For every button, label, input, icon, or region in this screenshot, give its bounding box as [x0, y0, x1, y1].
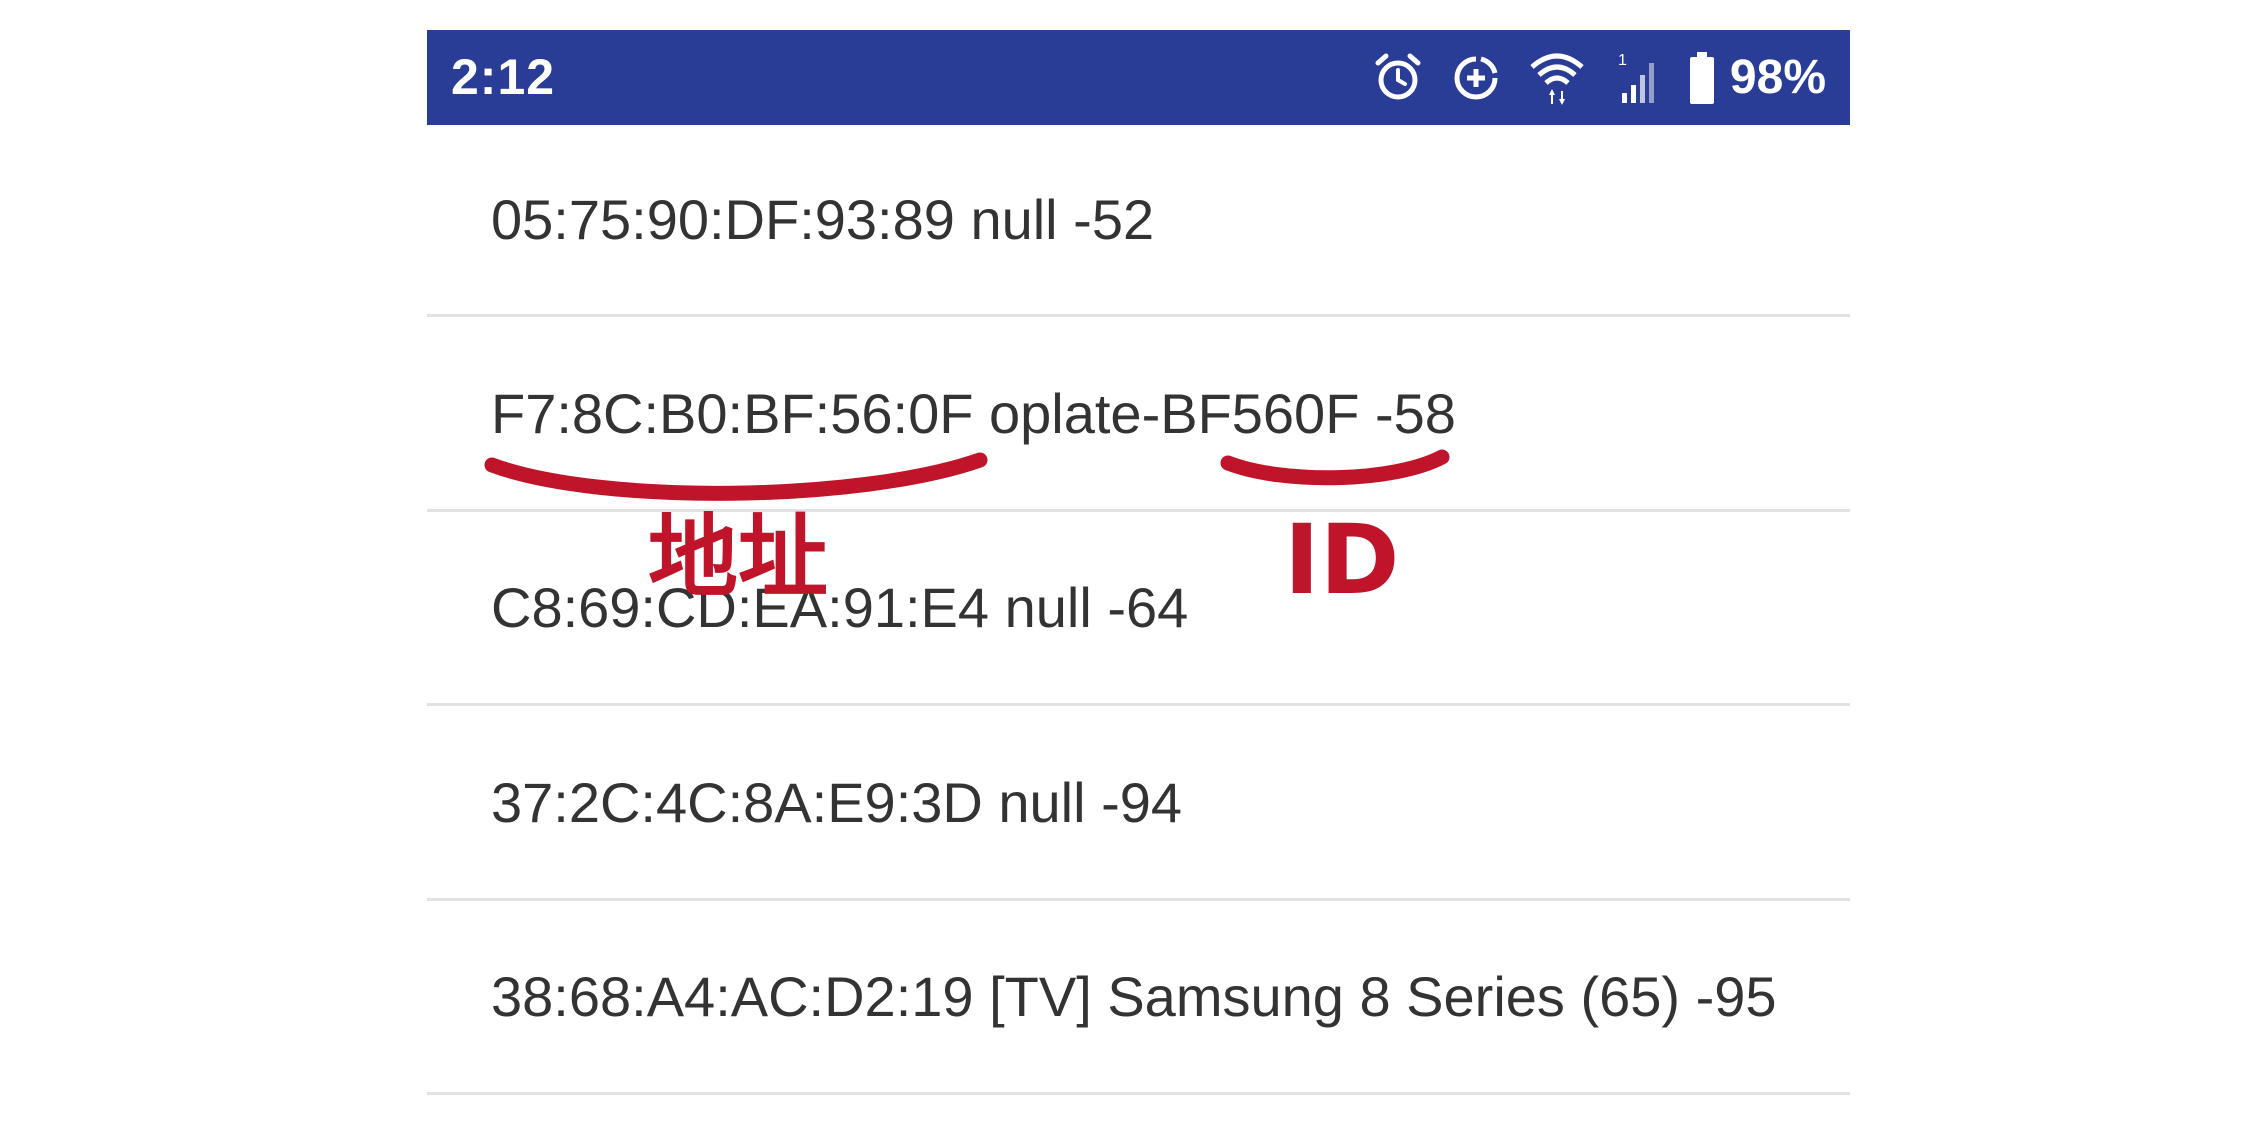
list-item[interactable]: C8:69:CD:EA:91:E4 null -64 [427, 512, 1850, 706]
cell-signal-icon: 1 [1612, 49, 1662, 107]
status-icons: 1 98% [1372, 30, 1826, 125]
status-bar: 2:12 1 98% [427, 30, 1850, 125]
battery-icon [1688, 50, 1716, 106]
device-text: 37:2C:4C:8A:E9:3D null -94 [491, 770, 1183, 834]
device-list: 05:75:90:DF:93:89 null -52 F7:8C:B0:BF:5… [427, 125, 1850, 1095]
list-item[interactable]: 38:68:A4:AC:D2:19 [TV] Samsung 8 Series … [427, 901, 1850, 1095]
app-screen: 2:12 1 98% 05:75:90:DF:93:89 null -52 F7… [0, 0, 2244, 1122]
alarm-icon [1372, 52, 1424, 104]
list-item[interactable]: 05:75:90:DF:93:89 null -52 [427, 125, 1850, 317]
status-time: 2:12 [451, 49, 556, 105]
battery-percent: 98% [1729, 51, 1826, 104]
device-text: C8:69:CD:EA:91:E4 null -64 [491, 576, 1189, 639]
wifi-icon [1528, 49, 1586, 107]
device-text: F7:8C:B0:BF:56:0F oplate-BF560F -58 [491, 381, 1456, 445]
signal-sim-label: 1 [1618, 52, 1627, 69]
device-text: 05:75:90:DF:93:89 null -52 [491, 188, 1155, 251]
list-item[interactable]: F7:8C:B0:BF:56:0F oplate-BF560F -58 [427, 317, 1850, 512]
device-text: 38:68:A4:AC:D2:19 [TV] Samsung 8 Series … [491, 964, 1777, 1028]
list-item[interactable]: 37:2C:4C:8A:E9:3D null -94 [427, 706, 1850, 901]
data-saver-icon [1450, 52, 1502, 104]
